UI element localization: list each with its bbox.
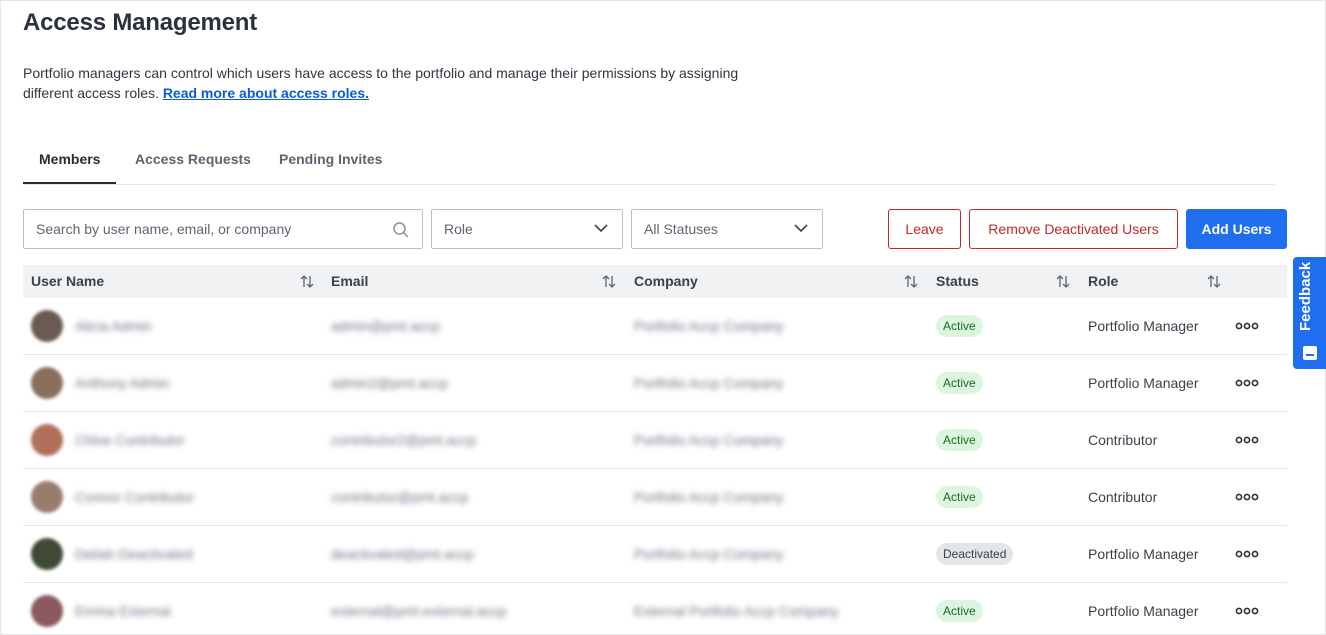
status-badge: Active (936, 600, 983, 622)
company-cell: Portfolio Accp Company (634, 546, 784, 562)
tab-pending-invites[interactable]: Pending Invites (263, 141, 398, 184)
role-cell: Portfolio Manager (1088, 603, 1199, 619)
email-cell: contributor@pmt.accp (331, 489, 469, 505)
role-select-value: Role (444, 221, 473, 237)
role-cell: Contributor (1088, 489, 1158, 505)
add-users-button[interactable]: Add Users (1186, 209, 1287, 249)
email-cell: contributor2@pmt.accp (331, 432, 476, 448)
role-select[interactable]: Role (431, 209, 623, 249)
column-header-role[interactable]: Role (1088, 265, 1118, 298)
chevron-down-icon (594, 224, 608, 233)
feedback-label: Feedback (1297, 261, 1314, 331)
page-description: Portfolio managers can control which use… (23, 63, 743, 103)
company-cell: Portfolio Accp Company (634, 318, 784, 334)
role-cell: Contributor (1088, 432, 1158, 448)
table-header: User Name Email Company Status Role (23, 265, 1287, 298)
avatar (31, 481, 63, 513)
more-options-icon[interactable] (1235, 322, 1259, 330)
status-badge: Active (936, 486, 983, 508)
feedback-tab[interactable]: Feedback (1293, 257, 1326, 369)
search-input[interactable]: Search by user name, email, or company (23, 209, 423, 249)
role-cell: Portfolio Manager (1088, 375, 1199, 391)
email-cell: deactivated@pmt.accp (331, 546, 474, 562)
search-placeholder: Search by user name, email, or company (36, 221, 292, 237)
user-name-cell: Anthony Admin (75, 375, 170, 391)
read-more-link[interactable]: Read more about access roles. (163, 85, 369, 101)
table-row[interactable]: Emma External external@pmt-external.accp E… (23, 583, 1287, 635)
sort-icon[interactable] (1207, 274, 1221, 289)
more-options-icon[interactable] (1235, 493, 1259, 501)
tab-access-requests[interactable]: Access Requests (119, 141, 267, 184)
avatar (31, 424, 63, 456)
status-badge: Active (936, 372, 983, 394)
table-row[interactable]: Anthony Admin admin2@pmt.accp Portfolio Ac… (23, 355, 1287, 412)
tab-members[interactable]: Members (23, 141, 117, 184)
leave-button[interactable]: Leave (888, 209, 961, 249)
avatar (31, 595, 63, 627)
more-options-icon[interactable] (1235, 436, 1259, 444)
email-cell: admin2@pmt.accp (331, 375, 448, 391)
email-cell: admin@pmt.accp (331, 318, 441, 334)
feedback-icon (1303, 346, 1317, 360)
company-cell: Portfolio Accp Company (634, 375, 784, 391)
role-cell: Portfolio Manager (1088, 546, 1199, 562)
company-cell: Portfolio Accp Company (634, 432, 784, 448)
company-cell: Portfolio Accp Company (634, 489, 784, 505)
table-row[interactable]: Chloe Contributor contributor2@pmt.accp Po… (23, 412, 1287, 469)
column-header-status[interactable]: Status (936, 265, 979, 298)
status-badge: Deactivated (936, 543, 1014, 565)
email-cell: external@pmt-external.accp (331, 603, 507, 619)
company-cell: External Portfolio Accp Company (634, 603, 839, 619)
page-title: Access Management (23, 9, 258, 36)
sort-icon[interactable] (904, 274, 918, 289)
more-options-icon[interactable] (1235, 550, 1259, 558)
sort-icon[interactable] (300, 274, 314, 289)
status-select-value: All Statuses (644, 221, 718, 237)
table-row[interactable]: Alicia Admin admin@pmt.accp Portfolio Accp… (23, 298, 1287, 355)
table-row[interactable]: Deliah Deactivated deactivated@pmt.accp Po… (23, 526, 1287, 583)
more-options-icon[interactable] (1235, 379, 1259, 387)
more-options-icon[interactable] (1235, 607, 1259, 615)
user-name-cell: Chloe Contributor (75, 432, 185, 448)
user-name-cell: Deliah Deactivated (75, 546, 193, 562)
sort-icon[interactable] (1056, 274, 1070, 289)
avatar (31, 310, 63, 342)
status-badge: Active (936, 429, 983, 451)
column-header-user-name[interactable]: User Name (31, 265, 104, 298)
remove-deactivated-button[interactable]: Remove Deactivated Users (969, 209, 1178, 249)
status-badge: Active (936, 315, 983, 337)
status-select[interactable]: All Statuses (631, 209, 823, 249)
user-name-cell: Alicia Admin (75, 318, 152, 334)
tab-bar: Members Access Requests Pending Invites (23, 141, 1275, 185)
role-cell: Portfolio Manager (1088, 318, 1199, 334)
user-name-cell: Connor Contributor (75, 489, 195, 505)
sort-icon[interactable] (602, 274, 616, 289)
table-row[interactable]: Connor Contributor contributor@pmt.accp Po… (23, 469, 1287, 526)
column-header-email[interactable]: Email (331, 265, 368, 298)
avatar (31, 367, 63, 399)
avatar (31, 538, 63, 570)
description-text: Portfolio managers can control which use… (23, 65, 739, 101)
chevron-down-icon (794, 224, 808, 233)
column-header-company[interactable]: Company (634, 265, 698, 298)
search-icon (393, 222, 409, 238)
user-name-cell: Emma External (75, 603, 171, 619)
